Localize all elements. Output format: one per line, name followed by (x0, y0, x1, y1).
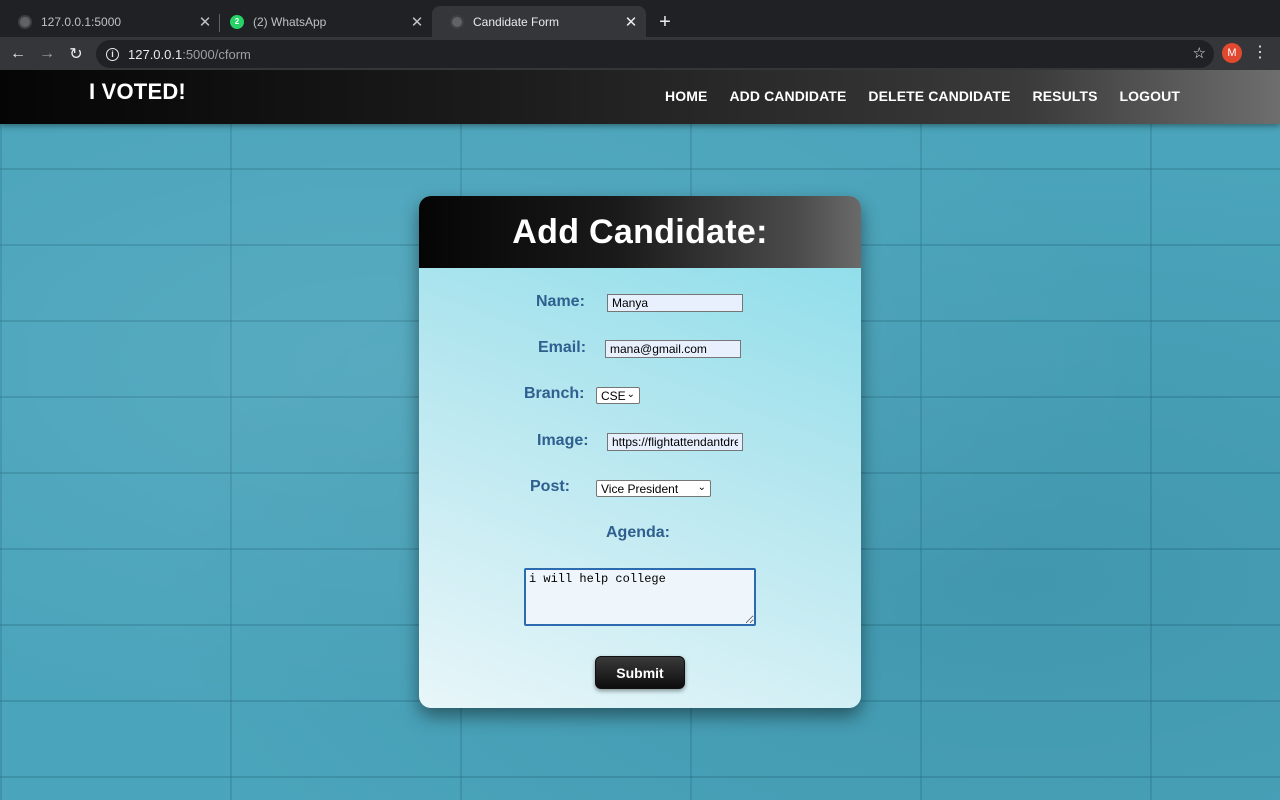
browser-tab-candidate-form[interactable]: Candidate Form ✕ (432, 6, 646, 37)
address-bar[interactable]: i 127.0.0.1:5000/cform ☆ (96, 40, 1214, 68)
close-icon[interactable]: ✕ (408, 13, 426, 31)
name-field[interactable] (607, 294, 743, 312)
site-navbar: I VOTED! HOME ADD CANDIDATE DELETE CANDI… (0, 70, 1280, 124)
page-viewport: I VOTED! HOME ADD CANDIDATE DELETE CANDI… (0, 70, 1280, 800)
image-label: Image: (537, 432, 589, 449)
chevron-down-icon: ⌄ (626, 389, 635, 400)
bookmark-star-icon[interactable]: ☆ (1193, 44, 1206, 62)
kebab-menu-icon[interactable]: ⋮ (1252, 42, 1268, 64)
submit-button[interactable]: Submit (595, 656, 685, 689)
close-icon[interactable]: ✕ (622, 13, 640, 31)
post-label: Post: (530, 478, 570, 495)
reload-icon[interactable]: ↻ (64, 42, 88, 66)
post-select-value: Vice President (601, 481, 679, 496)
card-header: Add Candidate: (419, 196, 861, 268)
nav-links: HOME ADD CANDIDATE DELETE CANDIDATE RESU… (665, 88, 1180, 104)
name-label: Name: (536, 293, 585, 310)
back-arrow-icon[interactable]: ← (6, 42, 30, 66)
nav-add-candidate[interactable]: ADD CANDIDATE (729, 88, 846, 104)
agenda-textarea[interactable]: i will help college (524, 568, 756, 626)
post-select[interactable]: Vice President ⌄ (596, 480, 711, 497)
brand-logo[interactable]: I VOTED! (89, 79, 186, 105)
info-icon[interactable]: i (106, 47, 119, 61)
browser-tab-localhost[interactable]: 127.0.0.1:5000 ✕ (0, 6, 220, 37)
chevron-down-icon: ⌄ (697, 482, 706, 493)
image-url-field[interactable] (607, 433, 743, 451)
tab-title: 127.0.0.1:5000 (41, 14, 122, 29)
tab-title: (2) WhatsApp (253, 14, 327, 29)
email-field[interactable] (605, 340, 741, 358)
forward-arrow-icon[interactable]: → (35, 42, 59, 66)
new-tab-icon[interactable]: + (654, 11, 676, 33)
globe-icon (450, 14, 464, 29)
agenda-label: Agenda: (606, 524, 670, 541)
branch-select-value: CSE (601, 388, 626, 403)
url-host: 127.0.0.1 (128, 46, 183, 62)
branch-label: Branch: (524, 385, 585, 402)
nav-logout[interactable]: LOGOUT (1120, 88, 1180, 104)
whatsapp-icon: 2 (230, 14, 244, 29)
url-path: :5000/cform (182, 46, 251, 62)
nav-home[interactable]: HOME (665, 88, 707, 104)
nav-delete-candidate[interactable]: DELETE CANDIDATE (868, 88, 1010, 104)
browser-tab-strip: 127.0.0.1:5000 ✕ 2 (2) WhatsApp ✕ Candid… (0, 0, 1280, 37)
tab-title: Candidate Form (473, 14, 560, 29)
browser-toolbar: ← → ↻ i 127.0.0.1:5000/cform ☆ M ⋮ (0, 37, 1280, 70)
branch-select[interactable]: CSE ⌄ (596, 387, 640, 404)
globe-icon (18, 14, 32, 29)
page-title: Add Candidate: (512, 212, 768, 251)
browser-tab-whatsapp[interactable]: 2 (2) WhatsApp ✕ (212, 6, 432, 37)
email-label: Email: (538, 339, 587, 356)
nav-results[interactable]: RESULTS (1033, 88, 1098, 104)
add-candidate-card: Add Candidate: Name: Email: Branch: CSE … (419, 196, 861, 708)
profile-avatar[interactable]: M (1222, 43, 1242, 63)
